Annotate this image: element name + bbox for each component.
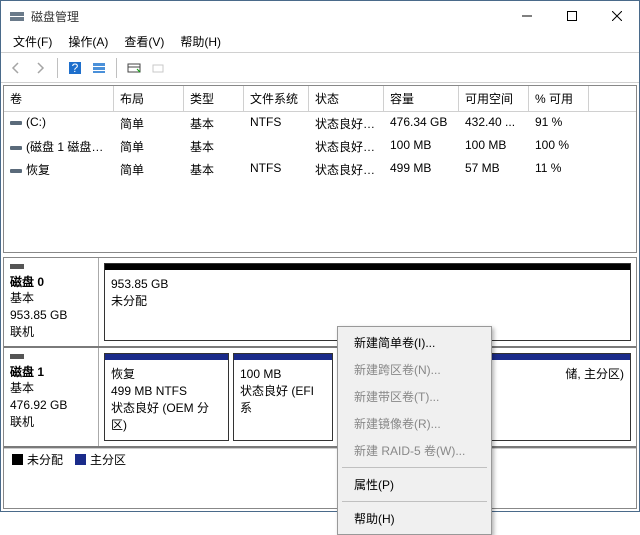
table-header: 卷 布局 类型 文件系统 状态 容量 可用空间 % 可用 — [4, 86, 636, 112]
settings-button[interactable] — [123, 57, 145, 79]
legend-label: 主分区 — [90, 451, 126, 468]
minimize-button[interactable] — [504, 1, 549, 31]
volume-table: 卷 布局 类型 文件系统 状态 容量 可用空间 % 可用 (C:) 简单 基本 … — [3, 85, 637, 253]
window-title: 磁盘管理 — [31, 8, 504, 25]
menu-help[interactable]: 帮助(H) — [340, 505, 489, 532]
toolbar: ? — [1, 53, 639, 83]
volume-icon — [10, 121, 22, 125]
svg-text:?: ? — [72, 61, 79, 75]
disk-info[interactable]: 磁盘 0 基本 953.85 GB 联机 — [4, 258, 99, 346]
volume-icon — [10, 169, 22, 173]
partition-recovery[interactable]: 恢复 499 MB NTFS 状态良好 (OEM 分区) — [104, 353, 229, 440]
disk-row: 磁盘 0 基本 953.85 GB 联机 953.85 GB 未分配 — [4, 258, 636, 348]
col-status[interactable]: 状态 — [309, 86, 384, 111]
separator — [57, 58, 58, 78]
volume-name: (C:) — [26, 115, 46, 129]
close-button[interactable] — [594, 1, 639, 31]
separator — [116, 58, 117, 78]
view-button[interactable] — [88, 57, 110, 79]
partition-efi[interactable]: 100 MB 状态良好 (EFI 系 — [233, 353, 333, 440]
menubar: 文件(F) 操作(A) 查看(V) 帮助(H) — [1, 31, 639, 53]
table-row[interactable]: (C:) 简单 基本 NTFS 状态良好 (... 476.34 GB 432.… — [4, 112, 636, 135]
menu-separator — [342, 467, 487, 468]
col-fs[interactable]: 文件系统 — [244, 86, 309, 111]
menu-new-spanned: 新建跨区卷(N)... — [340, 356, 489, 383]
menu-file[interactable]: 文件(F) — [5, 31, 60, 52]
table-row[interactable]: 恢复 简单 基本 NTFS 状态良好 (... 499 MB 57 MB 11 … — [4, 158, 636, 181]
menu-help[interactable]: 帮助(H) — [172, 31, 229, 52]
volume-name: (磁盘 1 磁盘分区 2) — [26, 140, 114, 154]
col-pct[interactable]: % 可用 — [529, 86, 589, 111]
menu-action[interactable]: 操作(A) — [60, 31, 116, 52]
disk-icon — [10, 354, 24, 359]
swatch-unalloc — [12, 454, 23, 465]
table-row[interactable]: (磁盘 1 磁盘分区 2) 简单 基本 状态良好 (... 100 MB 100… — [4, 135, 636, 158]
forward-button — [29, 57, 51, 79]
legend: 未分配 主分区 — [4, 448, 636, 470]
back-button — [5, 57, 27, 79]
menu-properties[interactable]: 属性(P) — [340, 471, 489, 498]
maximize-button[interactable] — [549, 1, 594, 31]
refresh-button[interactable]: ? — [64, 57, 86, 79]
menu-new-simple[interactable]: 新建简单卷(I)... — [340, 329, 489, 356]
disk-info[interactable]: 磁盘 1 基本 476.92 GB 联机 — [4, 348, 99, 445]
menu-new-raid5: 新建 RAID-5 卷(W)... — [340, 437, 489, 464]
context-menu: 新建简单卷(I)... 新建跨区卷(N)... 新建带区卷(T)... 新建镜像… — [337, 326, 492, 535]
col-layout[interactable]: 布局 — [114, 86, 184, 111]
volume-icon — [10, 146, 22, 150]
legend-label: 未分配 — [27, 451, 63, 468]
action-button — [147, 57, 169, 79]
titlebar: 磁盘管理 — [1, 1, 639, 31]
col-type[interactable]: 类型 — [184, 86, 244, 111]
col-capacity[interactable]: 容量 — [384, 86, 459, 111]
volume-name: 恢复 — [26, 163, 50, 177]
disk-pane: 磁盘 0 基本 953.85 GB 联机 953.85 GB 未分配 — [3, 257, 637, 509]
col-free[interactable]: 可用空间 — [459, 86, 529, 111]
menu-new-mirrored: 新建镜像卷(R)... — [340, 410, 489, 437]
app-icon — [9, 8, 25, 24]
disk-icon — [10, 264, 24, 269]
disk-row: 磁盘 1 基本 476.92 GB 联机 恢复 499 MB NTFS 状态良好… — [4, 348, 636, 447]
swatch-primary — [75, 454, 86, 465]
menu-new-striped: 新建带区卷(T)... — [340, 383, 489, 410]
menu-view[interactable]: 查看(V) — [116, 31, 172, 52]
col-volume[interactable]: 卷 — [4, 86, 114, 111]
menu-separator — [342, 501, 487, 502]
